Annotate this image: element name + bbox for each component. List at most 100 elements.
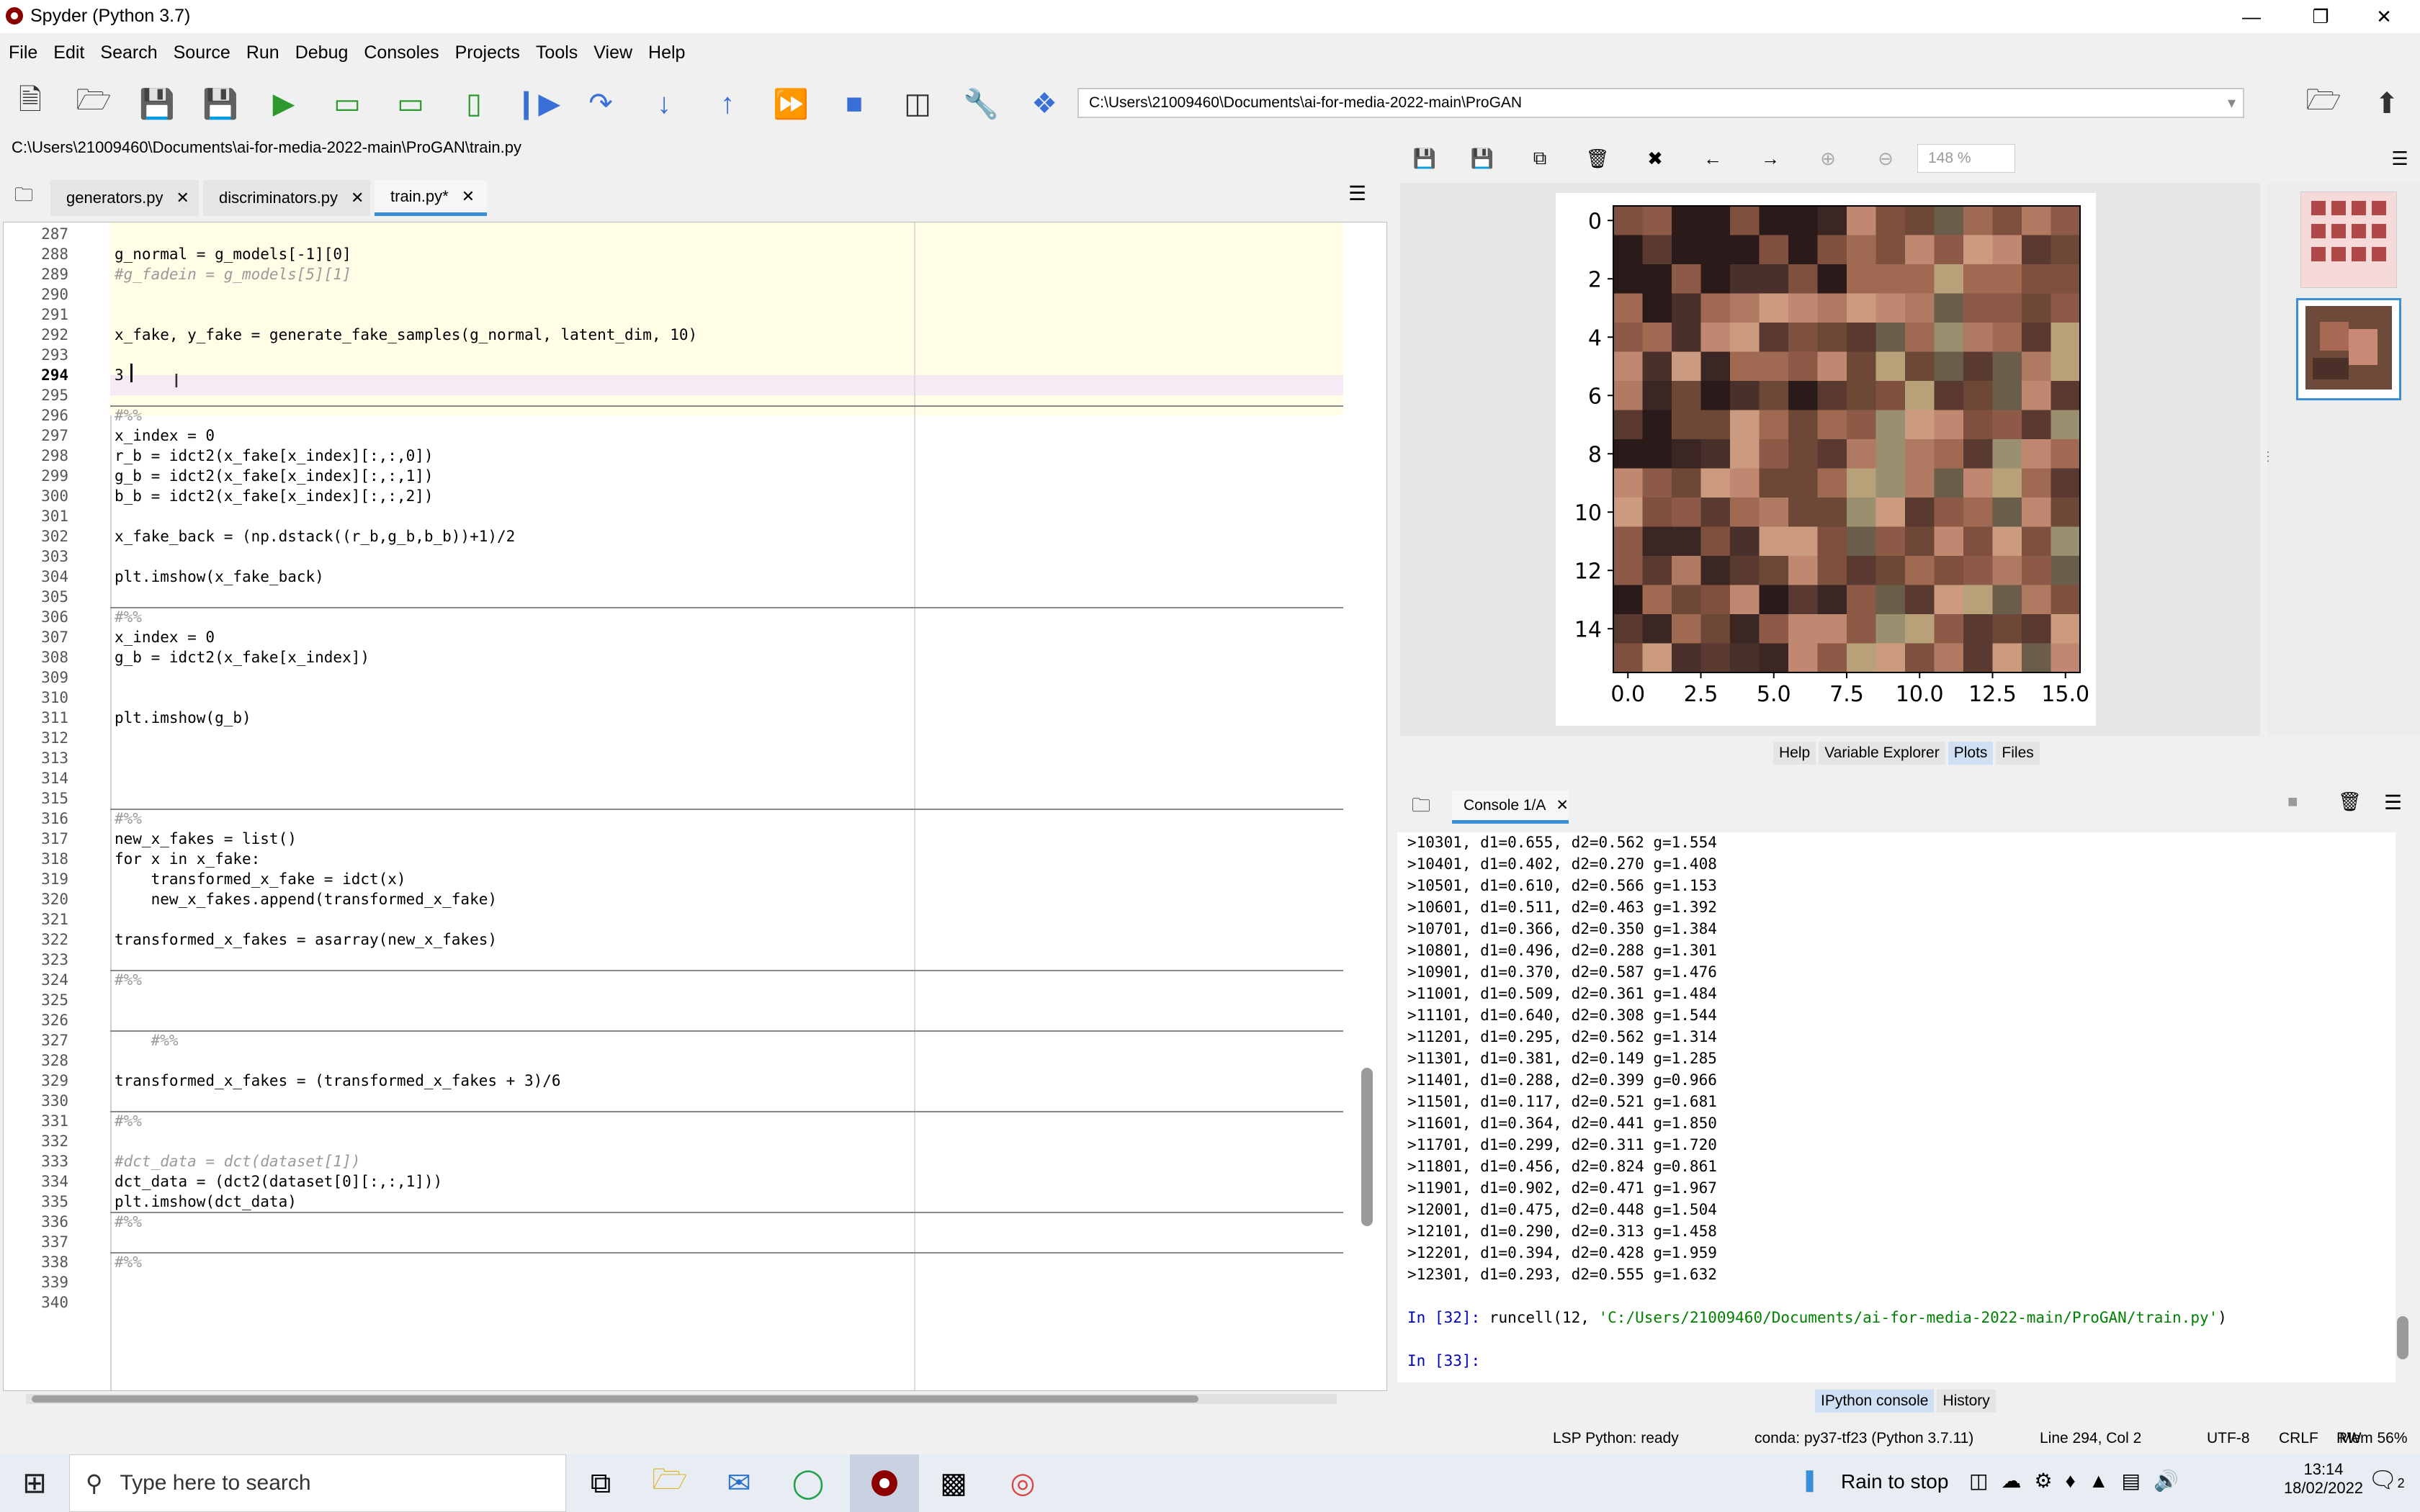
run-selection-icon[interactable]: ▯: [455, 85, 493, 122]
parent-dir-icon[interactable]: ⬆: [2368, 85, 2406, 122]
editor-horizontal-scrollbar[interactable]: [26, 1394, 1337, 1404]
open-file-icon[interactable]: 🗁: [75, 84, 112, 122]
debug-icon[interactable]: ❙▶: [514, 85, 560, 122]
step-return-icon[interactable]: ↑: [709, 85, 746, 122]
spyder-taskbar-icon[interactable]: [850, 1454, 919, 1512]
editor-options-menu-icon[interactable]: ☰: [1348, 181, 1366, 205]
restore-button[interactable]: ❐: [2286, 0, 2355, 33]
remove-all-plots-icon[interactable]: ✖: [1639, 144, 1671, 173]
menu-debug[interactable]: Debug: [288, 42, 356, 63]
scroll-thumb[interactable]: [1361, 1068, 1373, 1226]
tab-discriminators[interactable]: discriminators.py ✕: [203, 180, 370, 216]
prompt-33[interactable]: In [33]:: [1407, 1352, 1480, 1369]
close-tab-icon[interactable]: ✕: [176, 189, 189, 207]
zoom-out-icon[interactable]: ⊖: [1870, 144, 1901, 173]
heatmap-cell: [1613, 439, 1643, 469]
menu-source[interactable]: Source: [166, 42, 238, 63]
heatmap-cell: [1876, 643, 1906, 673]
file-explorer-icon[interactable]: 🗁: [635, 1454, 704, 1512]
heatmap-cell: [1759, 526, 1789, 557]
notifications-icon[interactable]: 🗨2: [2368, 1466, 2405, 1493]
menu-view[interactable]: View: [586, 42, 640, 63]
tab-train[interactable]: train.py* ✕: [375, 180, 487, 216]
save-all-plots-icon[interactable]: 💾: [1466, 144, 1498, 173]
taskbar-search-box[interactable]: ⚲ Type here to search: [69, 1454, 566, 1512]
stop-debug-icon[interactable]: ■: [835, 85, 873, 122]
plot-thumbnail-selected[interactable]: [2296, 298, 2401, 400]
menu-consoles[interactable]: Consoles: [357, 42, 446, 63]
mail-icon[interactable]: ✉: [704, 1454, 774, 1512]
maximize-pane-icon[interactable]: ◫: [899, 85, 936, 122]
interrupt-kernel-icon[interactable]: ■: [2287, 792, 2298, 812]
minimize-button[interactable]: —: [2217, 0, 2286, 33]
menu-run[interactable]: Run: [239, 42, 287, 63]
heatmap-cell: [1613, 614, 1643, 644]
browse-tabs-icon[interactable]: 🗀: [14, 181, 33, 213]
close-window-button[interactable]: ✕: [2349, 0, 2419, 33]
ipython-console[interactable]: >10301, d1=0.655, d2=0.562 g=1.554 >10401…: [1397, 832, 2396, 1382]
previous-plot-icon[interactable]: ←: [1697, 144, 1729, 173]
code-editor[interactable]: 287 288 289 290 291 292 293 294 295 296 297 298 299 3…: [3, 222, 1387, 1391]
menu-projects[interactable]: Projects: [448, 42, 527, 63]
next-plot-icon[interactable]: →: [1754, 144, 1786, 173]
tray-icons[interactable]: ◫☁⚙♦▲▤🔊: [1969, 1469, 2192, 1493]
save-plot-icon[interactable]: 💾: [1409, 144, 1440, 173]
tab-generators[interactable]: generators.py ✕: [50, 180, 199, 216]
menu-tools[interactable]: Tools: [529, 42, 585, 63]
python-path-icon[interactable]: ❖: [1026, 85, 1063, 122]
plot-thumbnail[interactable]: [2300, 192, 2397, 288]
menu-edit[interactable]: Edit: [46, 42, 91, 63]
remove-plot-icon[interactable]: 🗑: [1582, 144, 1613, 173]
clock[interactable]: 13:14 18/02/2022: [2280, 1460, 2367, 1498]
tab-console-1a[interactable]: Console 1/A ✕: [1452, 791, 1569, 824]
console-vertical-scrollbar[interactable]: [2396, 841, 2410, 1374]
code-line: r_b = idct2(x_fake[x_index][:,:,0]): [115, 447, 434, 464]
weather-text[interactable]: Rain to stop: [1841, 1470, 1948, 1493]
tab-help[interactable]: Help: [1773, 742, 1816, 765]
run-icon[interactable]: ▶: [265, 85, 302, 122]
close-tab-icon[interactable]: ✕: [1556, 796, 1569, 814]
chrome-icon[interactable]: ◎: [988, 1454, 1057, 1512]
preferences-wrench-icon[interactable]: 🔧: [962, 85, 1000, 122]
new-file-icon[interactable]: 🗎: [12, 84, 49, 122]
chevron-down-icon[interactable]: ▾: [2228, 94, 2236, 112]
menu-help[interactable]: Help: [641, 42, 692, 63]
tab-history[interactable]: History: [1937, 1390, 1996, 1413]
task-view-icon[interactable]: ⧉: [566, 1454, 635, 1512]
save-all-icon[interactable]: 💾: [202, 85, 239, 122]
browse-tabs-icon[interactable]: 🗀: [1412, 792, 1430, 824]
tab-variable-explorer[interactable]: Variable Explorer: [1819, 742, 1945, 765]
tab-ipython-console[interactable]: IPython console: [1815, 1390, 1935, 1413]
save-icon[interactable]: 💾: [138, 85, 176, 122]
run-cell-icon[interactable]: ▭: [328, 85, 366, 122]
browse-folder-icon[interactable]: 🗁: [2305, 84, 2342, 122]
tab-files[interactable]: Files: [1996, 742, 2040, 765]
menu-file[interactable]: File: [1, 42, 45, 63]
tab-plots[interactable]: Plots: [1948, 742, 1994, 765]
zoom-level[interactable]: 148 %: [1917, 144, 2015, 173]
runcell-path-string: 'C:/Users/21009460/Documents/ai-for-medi…: [1598, 1309, 2218, 1326]
remove-variables-icon[interactable]: 🗑: [2338, 791, 2362, 813]
app-ring-icon[interactable]: ◯: [774, 1454, 843, 1512]
plots-options-menu-icon[interactable]: ☰: [2384, 144, 2416, 173]
close-tab-icon[interactable]: ✕: [462, 187, 475, 206]
copy-plot-icon[interactable]: ⧉: [1524, 144, 1556, 173]
heatmap-cell: [1963, 439, 1993, 469]
step-over-icon[interactable]: ↷: [582, 85, 619, 122]
scroll-thumb[interactable]: [32, 1395, 1198, 1403]
terminal-icon[interactable]: ▩: [919, 1454, 988, 1512]
splitter-handle[interactable]: ⋮: [2262, 449, 2275, 464]
weather-icon[interactable]: ❚: [1801, 1467, 1819, 1493]
menu-search[interactable]: Search: [93, 42, 164, 63]
run-cell-advance-icon[interactable]: ▭: [392, 85, 429, 122]
console-options-menu-icon[interactable]: ☰: [2384, 791, 2402, 814]
working-directory-input[interactable]: C:\Users\21009460\Documents\ai-for-media…: [1077, 88, 2244, 118]
close-tab-icon[interactable]: ✕: [351, 189, 364, 207]
step-into-icon[interactable]: ↓: [645, 85, 683, 122]
conda-env[interactable]: conda: py37-tf23 (Python 3.7.11): [1754, 1430, 1973, 1447]
continue-icon[interactable]: ⏩: [772, 85, 810, 122]
windows-start-icon[interactable]: ⊞: [0, 1454, 69, 1512]
scroll-thumb[interactable]: [2397, 1316, 2408, 1359]
editor-vertical-scrollbar[interactable]: [1359, 233, 1375, 1370]
zoom-in-icon[interactable]: ⊕: [1812, 144, 1844, 173]
